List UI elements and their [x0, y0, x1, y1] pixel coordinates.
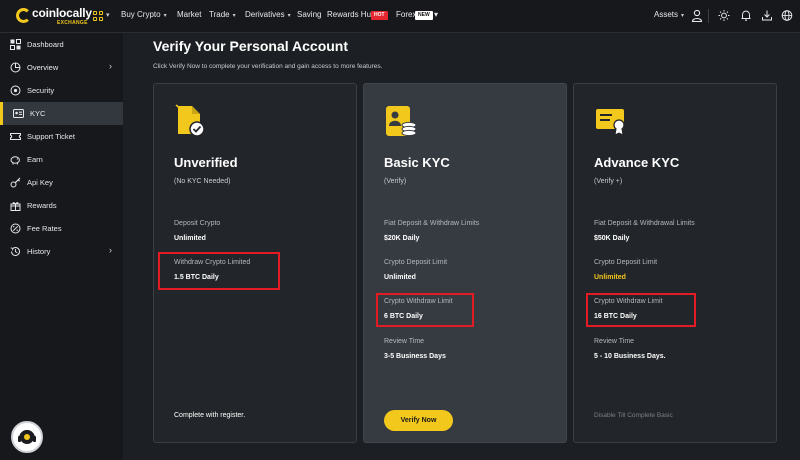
highlight-box — [586, 293, 696, 327]
sidebar-item-security[interactable]: Security — [0, 79, 123, 102]
headset-icon — [18, 430, 36, 444]
sidebar-item-label: Security — [27, 86, 55, 95]
nav-forex[interactable]: Forex — [396, 10, 416, 19]
support-chat-button[interactable] — [11, 421, 43, 453]
card-title: Unverified — [174, 155, 238, 170]
field-label: Crypto Deposit Limit — [384, 259, 448, 266]
sidebar: Dashboard Overview › Security KYC Suppor… — [0, 33, 123, 460]
nav-derivatives[interactable]: Derivatives ▾ — [245, 10, 291, 19]
apps-caret-icon[interactable]: ▾ — [106, 11, 110, 19]
chevron-down-icon: ▾ — [681, 13, 685, 19]
chevron-down-icon[interactable]: ▾ — [434, 10, 438, 19]
sidebar-item-label: KYC — [30, 109, 46, 118]
card-title: Basic KYC — [384, 155, 450, 170]
certificate-icon — [596, 109, 625, 136]
logo[interactable]: coinlocally EXCHANGE — [16, 6, 92, 28]
field-value: $50K Daily — [594, 235, 630, 242]
logo-subtext: EXCHANGE — [57, 20, 88, 26]
sidebar-item-label: Support Ticket — [27, 132, 75, 141]
kyc-card-basic: Basic KYC (Verify) Fiat Deposit & Withdr… — [363, 83, 567, 443]
field-value: 3-5 Business Days — [384, 353, 446, 360]
top-navigation-bar: coinlocally EXCHANGE ▾ Buy Crypto ▾ Marke… — [0, 0, 800, 33]
card-title: Advance KYC — [594, 155, 680, 170]
sidebar-item-label: Rewards — [27, 201, 57, 210]
chevron-down-icon: ▾ — [287, 13, 291, 19]
sidebar-item-api-key[interactable]: Api Key — [0, 171, 123, 194]
nav-buy-crypto[interactable]: Buy Crypto ▾ — [121, 10, 167, 19]
download-icon[interactable] — [761, 9, 773, 22]
highlight-box — [158, 252, 280, 290]
gift-icon — [10, 202, 21, 211]
page-subtitle: Click Verify Now to complete your verifi… — [153, 63, 383, 70]
field-label: Crypto Deposit Limit — [594, 259, 658, 266]
highlight-box — [376, 293, 474, 327]
sidebar-item-support-ticket[interactable]: Support Ticket — [0, 125, 123, 148]
chevron-down-icon: ▾ — [163, 13, 167, 19]
kyc-card-unverified: Unverified (No KYC Needed) Deposit Crypt… — [153, 83, 357, 443]
user-icon[interactable] — [691, 9, 703, 22]
security-icon — [10, 85, 21, 96]
card-footer-note: Disable Till Complete Basic — [594, 412, 673, 419]
logo-mark-icon — [16, 8, 31, 23]
sidebar-item-label: Fee Rates — [27, 224, 62, 233]
id-coins-icon — [386, 106, 417, 137]
chevron-down-icon: ▾ — [232, 13, 236, 19]
field-value: $20K Daily — [384, 235, 420, 242]
sidebar-item-overview[interactable]: Overview › — [0, 56, 123, 79]
globe-icon[interactable] — [781, 9, 793, 22]
hot-badge: HOT — [371, 11, 388, 20]
nav-market[interactable]: Market — [177, 10, 201, 19]
sidebar-item-label: Earn — [27, 155, 43, 164]
field-value: Unlimited — [384, 274, 416, 281]
dashboard-icon — [10, 39, 21, 50]
card-subtitle: (No KYC Needed) — [174, 178, 231, 185]
field-value: Unlimited — [174, 235, 206, 242]
apps-grid-icon[interactable] — [93, 11, 104, 22]
ticket-icon — [10, 133, 21, 140]
sidebar-item-label: Api Key — [27, 178, 53, 187]
field-value: 5 - 10 Business Days. — [594, 353, 666, 360]
percent-icon — [10, 223, 21, 234]
page-title: Verify Your Personal Account — [153, 38, 349, 54]
field-label: Fiat Deposit & Withdrawal Limits — [594, 220, 695, 227]
field-value: Unlimited — [594, 274, 626, 281]
verify-now-button[interactable]: Verify Now — [384, 410, 453, 431]
new-badge: NEW — [415, 11, 433, 20]
sidebar-item-label: Dashboard — [27, 40, 64, 49]
sidebar-item-label: Overview — [27, 63, 59, 72]
history-icon — [10, 247, 20, 257]
card-subtitle: (Verify) — [384, 178, 407, 185]
field-label: Review Time — [384, 338, 425, 345]
kyc-card-advance: Advance KYC (Verify +) Fiat Deposit & Wi… — [573, 83, 777, 443]
sidebar-item-kyc[interactable]: KYC — [0, 102, 123, 125]
logo-text: coinlocally — [32, 6, 92, 20]
sidebar-item-history[interactable]: History › — [0, 240, 123, 263]
id-card-icon — [13, 109, 24, 118]
nav-rewards-hub[interactable]: Rewards Hub — [327, 10, 375, 19]
sidebar-item-rewards[interactable]: Rewards — [0, 194, 123, 217]
assets-menu[interactable]: Assets ▾ — [654, 10, 684, 19]
piggy-bank-icon — [10, 156, 20, 165]
main-content: Verify Your Personal Account Click Verif… — [123, 33, 800, 460]
bell-icon[interactable] — [740, 9, 752, 22]
sidebar-item-dashboard[interactable]: Dashboard — [0, 33, 123, 56]
sidebar-item-earn[interactable]: Earn — [0, 148, 123, 171]
divider — [708, 9, 709, 23]
field-label: Review Time — [594, 338, 635, 345]
card-subtitle: (Verify +) — [594, 178, 623, 185]
field-label: Deposit Crypto — [174, 220, 221, 227]
document-check-icon — [175, 104, 205, 137]
sidebar-item-label: History — [27, 247, 51, 256]
nav-trade[interactable]: Trade ▾ — [209, 10, 236, 19]
sun-icon[interactable] — [718, 9, 730, 22]
sidebar-item-fee-rates[interactable]: Fee Rates — [0, 217, 123, 240]
nav-saving[interactable]: Saving — [297, 10, 321, 19]
field-label: Fiat Deposit & Withdraw Limits — [384, 220, 480, 227]
card-footer-note: Complete with register. — [174, 412, 246, 419]
overview-icon — [10, 62, 21, 73]
chevron-right-icon: › — [109, 245, 112, 255]
key-icon — [10, 177, 21, 188]
chevron-right-icon: › — [109, 61, 112, 71]
